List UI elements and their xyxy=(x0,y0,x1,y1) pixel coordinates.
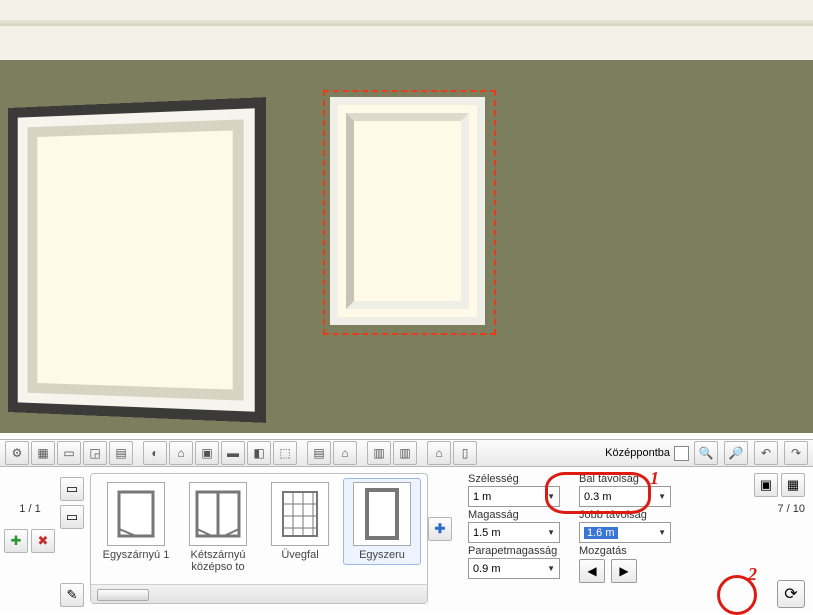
width-select[interactable]: 1 m▼ xyxy=(468,486,560,507)
tool-book-icon[interactable]: ▬ xyxy=(221,441,245,465)
wall-left xyxy=(0,50,278,433)
tool-grid-icon[interactable]: ▦ xyxy=(31,441,55,465)
tool-house-icon[interactable]: ⌂ xyxy=(333,441,357,465)
tool-picture-icon[interactable]: ▣ xyxy=(195,441,219,465)
delete-button[interactable]: ✖ xyxy=(31,529,55,553)
right-distance-select[interactable]: 1.6 m▼ xyxy=(579,522,671,543)
tool-furniture-icon[interactable]: ⌂ xyxy=(169,441,193,465)
parapet-select[interactable]: 0.9 m▼ xyxy=(468,558,560,579)
right-controls: ▣ ▦ 7 / 10 ⟳ xyxy=(741,467,813,612)
tool-light-icon[interactable]: ◐ xyxy=(143,441,167,465)
gallery-item-0[interactable]: Egyszárnyú 1 xyxy=(97,478,175,565)
pager-left: 1 / 1 xyxy=(4,503,56,515)
tool-wall1-icon[interactable]: ▥ xyxy=(367,441,391,465)
tool-building-icon[interactable]: ▤ xyxy=(307,441,331,465)
tool-wall2-icon[interactable]: ▥ xyxy=(393,441,417,465)
tool-undo-icon[interactable]: ↶ xyxy=(754,441,778,465)
gallery-item-2[interactable]: Üvegfal xyxy=(261,478,339,565)
tool-door-icon[interactable]: ▯ xyxy=(453,441,477,465)
height-select[interactable]: 1.5 m▼ xyxy=(468,522,560,543)
gallery-item-label: Kétszárnyú középso to xyxy=(182,549,254,573)
thumb-tools: ▭ ▭ ✎ xyxy=(60,467,90,612)
gallery-item-label: Egyszeru xyxy=(359,549,405,561)
add-button[interactable]: ✚ xyxy=(4,529,28,553)
annotation-number-1: 1 xyxy=(650,468,659,489)
gallery: Egyszárnyú 1 Kétszárnyú középso to Üvegf… xyxy=(90,473,428,604)
gallery-item-label: Egyszárnyú 1 xyxy=(103,549,170,561)
brush-icon[interactable]: ✎ xyxy=(60,583,84,607)
tool-paint-icon[interactable]: ⬚ xyxy=(273,441,297,465)
move-label: Mozgatás xyxy=(579,545,676,557)
tool-bath-icon[interactable]: ⌂ xyxy=(427,441,451,465)
bottom-panel: 1 / 1 ✚ ✖ ▭ ▭ ✎ Egyszárnyú 1 Kétszárnyú … xyxy=(0,467,813,612)
right-distance-label: Jobb távolság xyxy=(579,509,676,521)
tool-switch-icon[interactable]: ◲ xyxy=(83,441,107,465)
window-left xyxy=(8,97,266,423)
left-distance-label: Bal távolság xyxy=(579,473,676,485)
tool-gear-icon[interactable]: ⚙ xyxy=(5,441,29,465)
center-checkbox[interactable] xyxy=(674,446,689,461)
center-checkbox-label: Középpontba xyxy=(605,447,670,459)
selection-marquee xyxy=(323,90,496,335)
pager-right: 7 / 10 xyxy=(777,503,805,515)
properties-panel: Szélesség 1 m▼ Bal távolság 0.3 m▼ Magas… xyxy=(456,467,680,612)
view-brick-icon[interactable]: ▦ xyxy=(781,473,805,497)
left-distance-select[interactable]: 0.3 m▼ xyxy=(579,486,671,507)
width-label: Szélesség xyxy=(468,473,565,485)
main-toolbar: ⚙ ▦ ▭ ◲ ▤ ◐ ⌂ ▣ ▬ ◧ ⬚ ▤ ⌂ ▥ ▥ ⌂ ▯ Középp… xyxy=(0,439,813,467)
parapet-label: Parapetmagasság xyxy=(468,545,565,557)
mini-mid-icon[interactable]: ▭ xyxy=(60,505,84,529)
move-right-button[interactable]: ▶ xyxy=(611,559,637,583)
gallery-item-1[interactable]: Kétszárnyú középso to xyxy=(179,478,257,577)
tool-pattern-icon[interactable]: ▤ xyxy=(109,441,133,465)
gallery-scrollbar[interactable] xyxy=(91,584,427,603)
view-picture-icon[interactable]: ▣ xyxy=(754,473,778,497)
tool-cube-icon[interactable]: ◧ xyxy=(247,441,271,465)
left-controls: 1 / 1 ✚ ✖ xyxy=(0,467,60,612)
tool-redo-icon[interactable]: ↷ xyxy=(784,441,808,465)
tool-zoom-icon[interactable]: 🔎 xyxy=(724,441,748,465)
tool-palette-icon[interactable]: ▭ xyxy=(57,441,81,465)
annotation-number-2: 2 xyxy=(748,564,757,585)
height-label: Magasság xyxy=(468,509,565,521)
tool-search-icon[interactable]: 🔍 xyxy=(694,441,718,465)
gallery-item-3[interactable]: Egyszeru xyxy=(343,478,421,565)
add-gallery-button[interactable]: ✚ xyxy=(428,517,452,541)
gallery-item-label: Üvegfal xyxy=(281,549,318,561)
sync-button[interactable]: ⟳ xyxy=(777,580,805,608)
mini-top-icon[interactable]: ▭ xyxy=(60,477,84,501)
viewport-3d[interactable] xyxy=(0,0,813,433)
move-left-button[interactable]: ◀ xyxy=(579,559,605,583)
